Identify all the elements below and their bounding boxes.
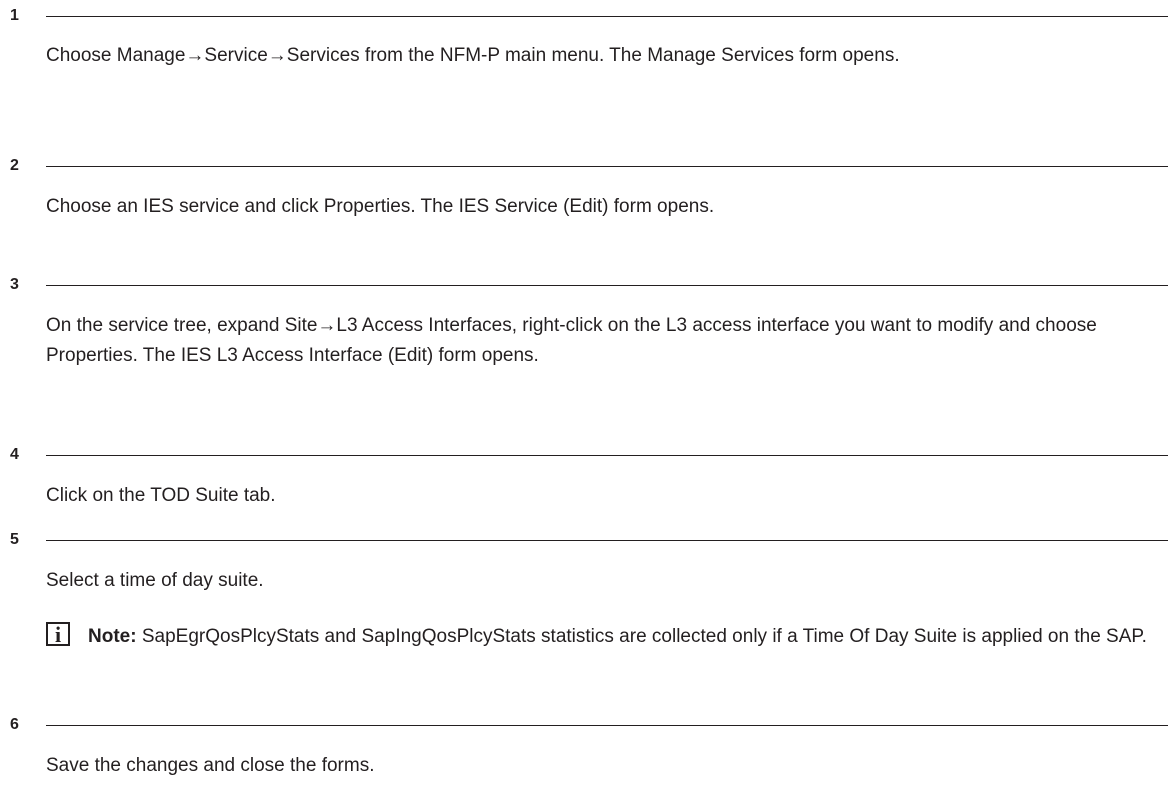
note-label: Note: <box>88 626 137 647</box>
step-divider <box>46 725 1168 726</box>
step-text: Choose Manage→Service→Services from the … <box>46 45 900 66</box>
step-header: 3 <box>0 275 1171 295</box>
step-divider <box>46 285 1168 286</box>
step-divider <box>46 166 1168 167</box>
step-header: 4 <box>0 445 1171 465</box>
step-text: Select a time of day suite. <box>46 570 264 591</box>
step-divider <box>46 540 1168 541</box>
note-body: SapEgrQosPlcyStats and SapIngQosPlcyStat… <box>141 626 1147 647</box>
step-number: 6 <box>10 716 19 733</box>
step-text: On the service tree, expand Site→L3 Acce… <box>46 315 1097 366</box>
step-header: 2 <box>0 156 1171 176</box>
step-text: Save the changes and close the forms. <box>46 755 375 776</box>
step-header: 1 <box>0 6 1171 26</box>
info-icon: i <box>46 622 70 646</box>
step-text: Click on the TOD Suite tab. <box>46 485 276 506</box>
step-header: 5 <box>0 530 1171 550</box>
note-text: Note: SapEgrQosPlcyStats and SapIngQosPl… <box>88 622 1163 652</box>
step-number: 4 <box>10 446 19 463</box>
step-number: 2 <box>10 157 19 174</box>
step-header: 6 <box>0 715 1171 735</box>
step-number: 1 <box>10 7 19 24</box>
step-divider <box>46 455 1168 456</box>
step-number: 5 <box>10 531 19 548</box>
step-number: 3 <box>10 276 19 293</box>
step-text: Choose an IES service and click Properti… <box>46 196 715 217</box>
step-divider <box>46 16 1168 17</box>
